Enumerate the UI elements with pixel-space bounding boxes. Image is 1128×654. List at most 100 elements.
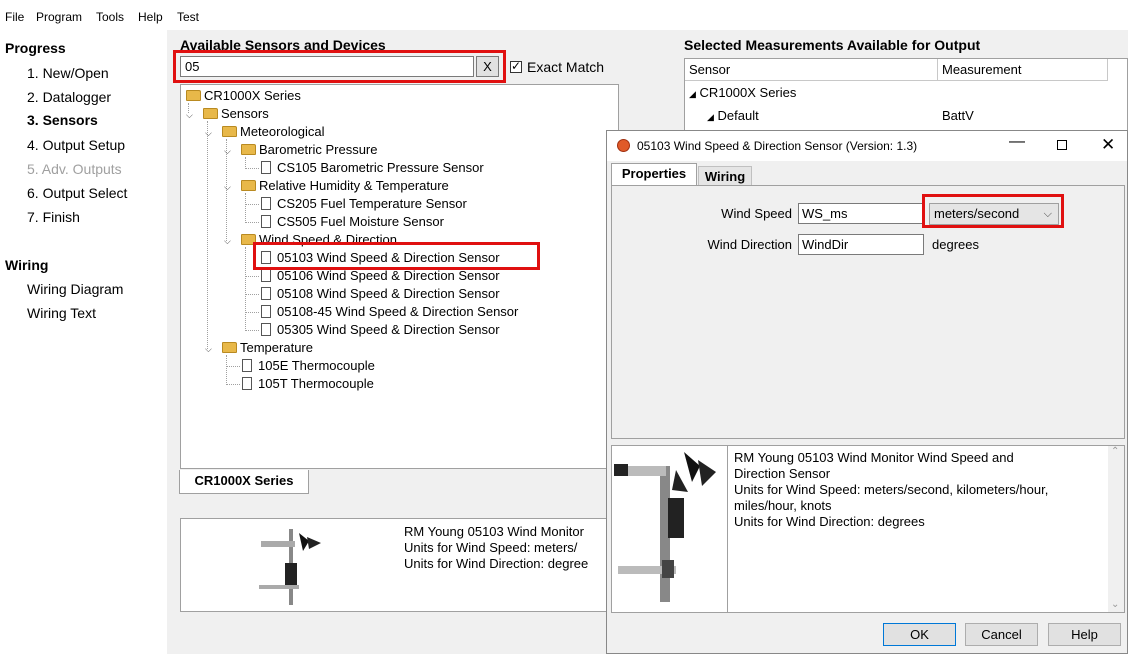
tree-node-sensors[interactable]: ⌵ Sensors (186, 105, 269, 123)
nav-step-datalogger[interactable]: 2. Datalogger (27, 89, 111, 105)
collapse-arrow-icon[interactable]: ⌵ (205, 340, 212, 358)
checkmark-icon: ✓ (511, 59, 522, 73)
tab-wiring[interactable]: Wiring (698, 166, 752, 186)
tree-label: CS205 Fuel Temperature Sensor (277, 196, 467, 211)
help-button[interactable]: Help (1048, 623, 1121, 646)
tree-label: CS105 Barometric Pressure Sensor (277, 160, 484, 175)
wind-speed-field[interactable]: WS_ms (798, 203, 924, 224)
close-icon[interactable]: ✕ (1101, 135, 1115, 155)
tree-node-cs505[interactable]: CS505 Fuel Moisture Sensor (261, 213, 444, 231)
tree-node-rh-temp[interactable]: ⌵ Relative Humidity & Temperature (224, 177, 449, 195)
menu-program[interactable]: Program (36, 10, 82, 24)
column-header-measurement[interactable]: Measurement (938, 59, 1108, 81)
menu-test[interactable]: Test (177, 10, 199, 24)
maximize-icon[interactable] (1057, 140, 1067, 150)
selected-measurements-heading: Selected Measurements Available for Outp… (684, 37, 981, 53)
tree-label: 05106 Wind Speed & Direction Sensor (277, 268, 500, 283)
exact-match-label: Exact Match (527, 59, 605, 75)
tree-node-05305[interactable]: 05305 Wind Speed & Direction Sensor (261, 321, 500, 339)
sensor-description-text: RM Young 05103 Wind Monitor Units for Wi… (404, 524, 589, 571)
exact-match-checkbox[interactable]: ✓ (510, 59, 522, 73)
wind-direction-field[interactable]: WindDir (798, 234, 924, 255)
tree-node-temperature[interactable]: ⌵ Temperature (205, 339, 313, 357)
tree-label: Barometric Pressure (259, 142, 378, 157)
grid-row-default[interactable]: ◢ Default (707, 105, 759, 127)
nav-step-new-open[interactable]: 1. New/Open (27, 65, 109, 81)
tree-node-cs205[interactable]: CS205 Fuel Temperature Sensor (261, 195, 467, 213)
scroll-down-icon[interactable]: ⌄ (1111, 599, 1119, 610)
scrollbar[interactable]: ⌃ ⌄ (1108, 446, 1124, 612)
tree-node-cs105[interactable]: CS105 Barometric Pressure Sensor (261, 159, 484, 177)
sensor-properties-dialog: 05103 Wind Speed & Direction Sensor (Ver… (606, 130, 1128, 654)
folder-icon (222, 126, 237, 138)
document-icon (242, 359, 252, 373)
nav-step-sensors[interactable]: 3. Sensors (27, 112, 98, 128)
collapse-arrow-icon[interactable]: ⌵ (224, 232, 231, 250)
menu-tools[interactable]: Tools (96, 10, 124, 24)
column-header-sensor[interactable]: Sensor (685, 59, 938, 81)
progress-heading: Progress (5, 40, 66, 56)
document-icon (261, 305, 271, 319)
unit-highlight-box (922, 194, 1064, 228)
dialog-description-panel: RM Young 05103 Wind Monitor Wind Speed a… (611, 445, 1125, 613)
row-sensor-label: Default (717, 108, 759, 123)
document-icon (261, 287, 271, 301)
tree-node-105t[interactable]: 105T Thermocouple (242, 375, 374, 393)
sensor-image (614, 446, 728, 612)
tree-node-barometric[interactable]: ⌵ Barometric Pressure (224, 141, 377, 159)
tab-cr1000x-series[interactable]: CR1000X Series (179, 470, 309, 494)
wind-direction-label: Wind Direction (707, 237, 792, 252)
tree-label: 05108-45 Wind Speed & Direction Sensor (277, 304, 519, 319)
menu-help[interactable]: Help (138, 10, 163, 24)
nav-step-output-select[interactable]: 6. Output Select (27, 185, 127, 201)
tree-label: Sensors (221, 106, 269, 121)
tree-node-105e[interactable]: 105E Thermocouple (242, 357, 375, 375)
tree-label: 105E Thermocouple (258, 358, 375, 373)
document-icon (242, 377, 252, 391)
tree-node-meteorological[interactable]: ⌵ Meteorological (205, 123, 325, 141)
nav-step-finish[interactable]: 7. Finish (27, 209, 80, 225)
folder-icon (203, 108, 218, 120)
selected-sensor-highlight-box (253, 242, 540, 270)
nav-step-output-setup[interactable]: 4. Output Setup (27, 137, 125, 153)
document-icon (261, 269, 271, 283)
sensor-description-panel: RM Young 05103 Wind Monitor Units for Wi… (180, 518, 610, 612)
tree-node-05108[interactable]: 05108 Wind Speed & Direction Sensor (261, 285, 500, 303)
progress-nav: Progress 1. New/Open 2. Datalogger 3. Se… (0, 30, 167, 654)
tree-label: CR1000X Series (204, 88, 301, 103)
tree-label: Temperature (240, 340, 313, 355)
cancel-button[interactable]: Cancel (965, 623, 1038, 646)
collapse-arrow-icon[interactable]: ⌵ (186, 106, 193, 124)
tree-node-05108-45[interactable]: 05108-45 Wind Speed & Direction Sensor (261, 303, 518, 321)
scroll-up-icon[interactable]: ⌃ (1111, 446, 1119, 457)
ok-button[interactable]: OK (883, 623, 956, 646)
nav-wiring-diagram[interactable]: Wiring Diagram (27, 281, 123, 297)
minimize-icon[interactable]: — (1009, 133, 1025, 151)
tree-node-root[interactable]: CR1000X Series (186, 87, 301, 105)
expand-arrow-icon[interactable]: ◢ (689, 89, 696, 99)
document-icon (261, 161, 271, 175)
dialog-description-text: RM Young 05103 Wind Monitor Wind Speed a… (734, 450, 1049, 529)
document-icon (261, 197, 271, 211)
collapse-arrow-icon[interactable]: ⌵ (205, 124, 212, 142)
tree-label: 105T Thermocouple (258, 376, 374, 391)
row-measurement-battv[interactable]: BattV (942, 105, 974, 127)
dialog-title: 05103 Wind Speed & Direction Sensor (Ver… (637, 139, 918, 153)
tab-properties[interactable]: Properties (611, 163, 697, 186)
folder-icon (222, 342, 237, 354)
folder-icon (241, 180, 256, 192)
grid-row-datalogger[interactable]: ◢ CR1000X Series (689, 82, 796, 104)
collapse-arrow-icon[interactable]: ⌵ (224, 142, 231, 160)
menu-bar: File Program Tools Help Test (0, 0, 1128, 30)
nav-wiring-text[interactable]: Wiring Text (27, 305, 96, 321)
app-icon (617, 139, 630, 152)
collapse-arrow-icon[interactable]: ⌵ (224, 178, 231, 196)
expand-arrow-icon[interactable]: ◢ (707, 112, 714, 122)
wind-speed-label: Wind Speed (721, 206, 792, 221)
menu-file[interactable]: File (5, 10, 24, 24)
tree-label: CS505 Fuel Moisture Sensor (277, 214, 444, 229)
tree-label: 05108 Wind Speed & Direction Sensor (277, 286, 500, 301)
document-icon (261, 215, 271, 229)
search-highlight-box (173, 50, 506, 83)
row-sensor-label: CR1000X Series (699, 85, 797, 100)
